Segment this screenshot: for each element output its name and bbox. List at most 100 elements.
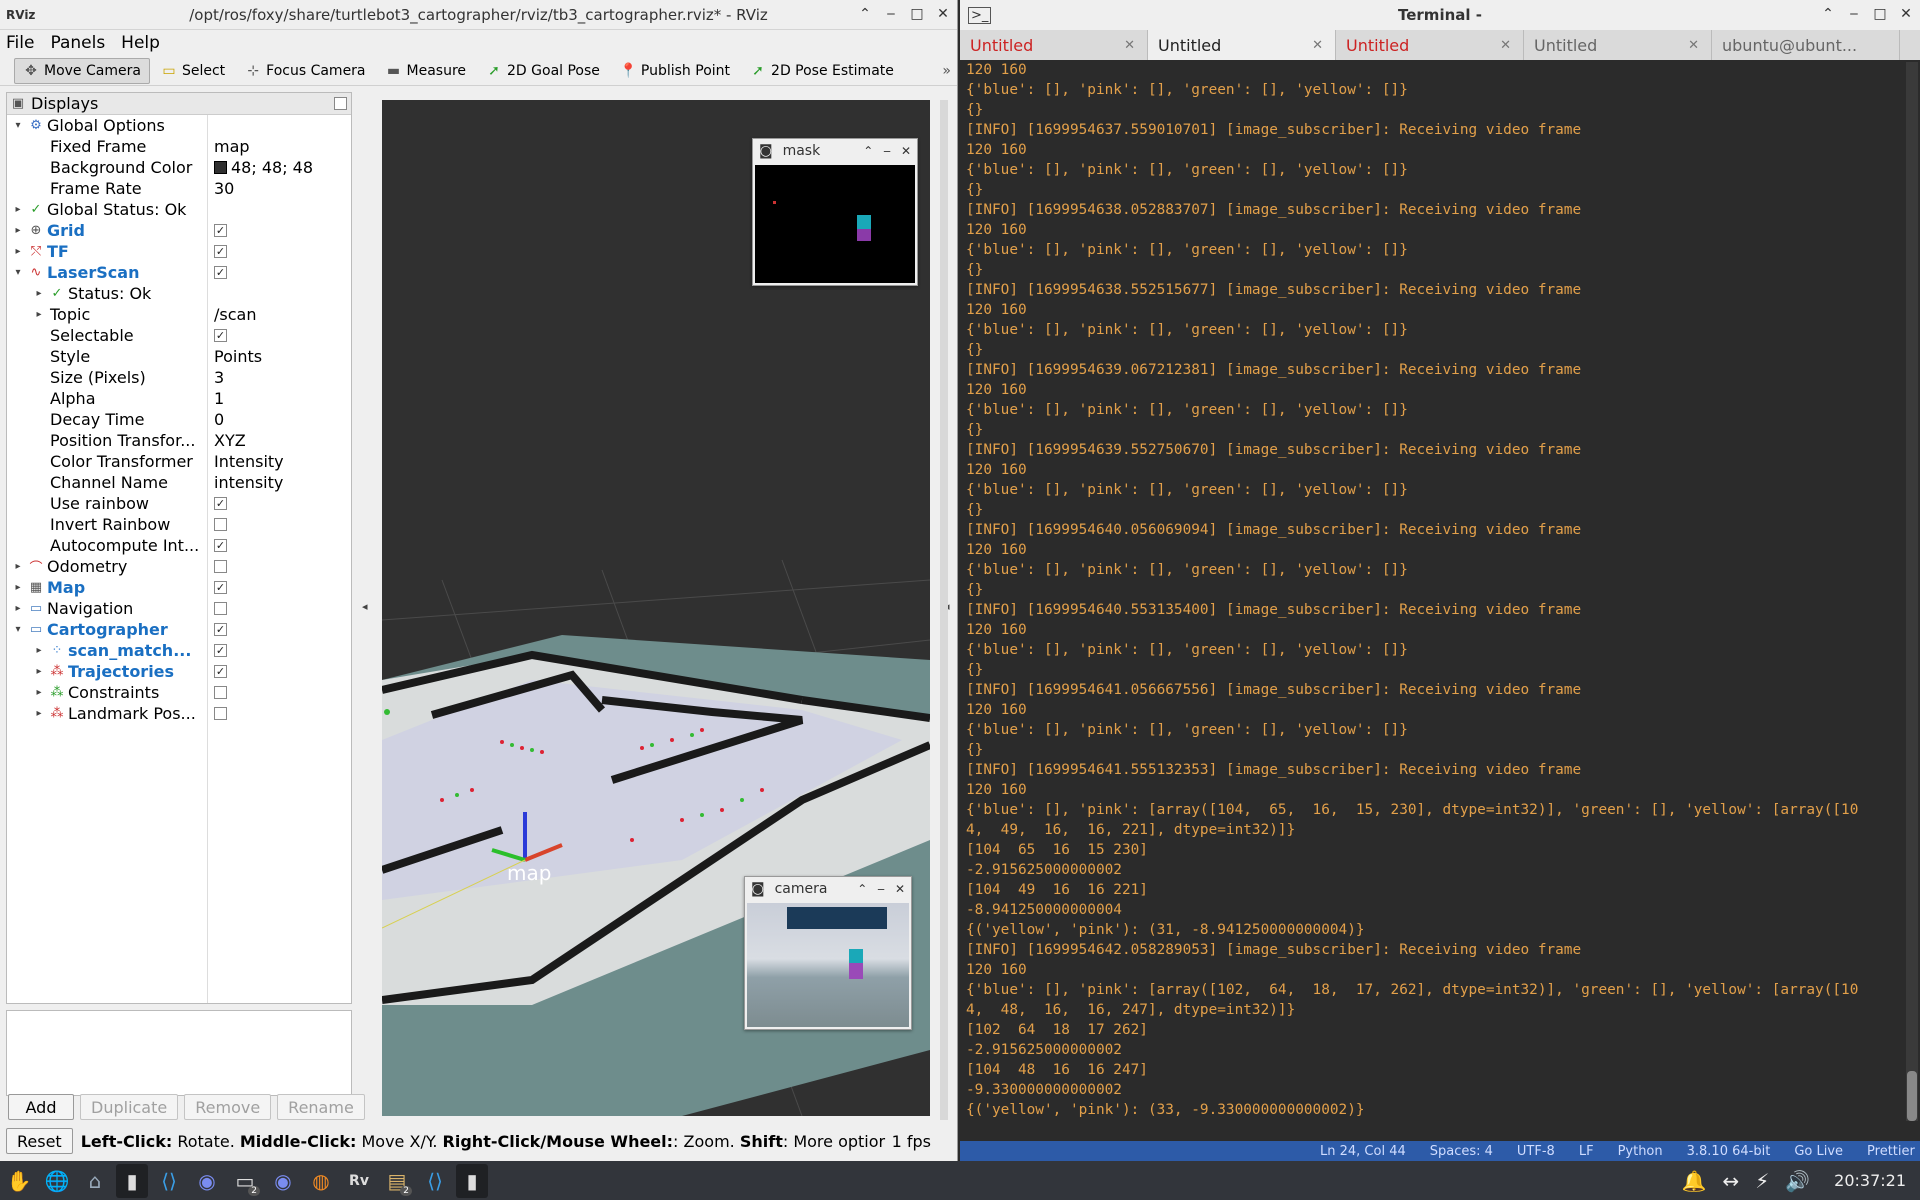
- window-switcher-icon[interactable]: ▭ 2: [226, 1164, 264, 1198]
- enable-checkbox[interactable]: ✓: [214, 581, 227, 594]
- toolbar-overflow-icon[interactable]: »: [942, 63, 951, 79]
- close-icon[interactable]: ✕: [933, 4, 953, 24]
- tree-row-fixed-frame[interactable]: Fixed Frame map: [7, 136, 351, 157]
- tree-row-value[interactable]: ✓: [208, 581, 227, 594]
- tree-row-decay-time[interactable]: Decay Time 0: [7, 409, 351, 430]
- tree-row-value[interactable]: ✓: [208, 665, 227, 678]
- tree-row-position-transfor-[interactable]: Position Transfor... XYZ: [7, 430, 351, 451]
- collapse-icon[interactable]: ⌃: [855, 4, 875, 24]
- terminal-icon[interactable]: ▮: [116, 1163, 148, 1198]
- expand-arrow-icon[interactable]: ▾: [11, 267, 25, 278]
- tree-row-value[interactable]: intensity: [208, 473, 283, 492]
- tree-row-value[interactable]: [208, 686, 227, 699]
- expand-arrow-icon[interactable]: ▸: [32, 645, 46, 656]
- render-view-3d[interactable]: map ◙ mask ⌃ ‒ ✕ ◙ camera ⌃ ‒ ✕: [382, 100, 930, 1116]
- terminal-tab[interactable]: Untitled ✕: [1148, 30, 1336, 60]
- enable-checkbox[interactable]: ✓: [214, 623, 227, 636]
- tree-row-value[interactable]: ✓: [208, 245, 227, 258]
- tree-row-status-ok[interactable]: ▸ ✓ Status: Ok: [7, 283, 351, 304]
- tree-row-channel-name[interactable]: Channel Name intensity: [7, 472, 351, 493]
- minimize-icon[interactable]: ‒: [1844, 4, 1864, 24]
- tree-row-frame-rate[interactable]: Frame Rate 30: [7, 178, 351, 199]
- tool-focus-camera[interactable]: ⊹ Focus Camera: [236, 58, 374, 84]
- maximize-icon[interactable]: □: [1870, 4, 1890, 24]
- tree-row-landmark-pos-[interactable]: ▸ ⁂ Landmark Pos...: [7, 703, 351, 724]
- tree-row-grid[interactable]: ▸ ⊕ Grid ✓: [7, 220, 351, 241]
- tab-close-icon[interactable]: ✕: [1688, 38, 1699, 53]
- tool-measure[interactable]: ▬ Measure: [377, 58, 476, 84]
- volume-icon[interactable]: 🔊: [1785, 1169, 1810, 1193]
- tab-close-icon[interactable]: ✕: [1312, 38, 1323, 53]
- tree-row-scan-match-[interactable]: ▸ ⁘ scan_match... ✓: [7, 640, 351, 661]
- terminal-tab[interactable]: Untitled ✕: [1524, 30, 1712, 60]
- tool-publish-point[interactable]: 📍 Publish Point: [611, 58, 739, 84]
- tree-row-value[interactable]: 48; 48; 48: [208, 158, 313, 177]
- minimize-icon[interactable]: ‒: [877, 882, 885, 896]
- expand-arrow-icon[interactable]: ▸: [11, 204, 25, 215]
- collapse-icon[interactable]: ⌃: [1818, 4, 1838, 24]
- scroll-thumb[interactable]: [1907, 1071, 1917, 1121]
- tree-row-global-status-ok[interactable]: ▸ ✓ Global Status: Ok: [7, 199, 351, 220]
- expand-arrow-icon[interactable]: ▸: [11, 582, 25, 593]
- tree-row-value[interactable]: Intensity: [208, 452, 284, 471]
- column-divider[interactable]: [207, 115, 208, 1003]
- displays-float-toggle[interactable]: [334, 97, 347, 110]
- expand-arrow-icon[interactable]: ▸: [11, 246, 25, 257]
- add-button[interactable]: Add: [8, 1094, 74, 1120]
- expand-arrow-icon[interactable]: ▸: [32, 309, 46, 320]
- start-icon[interactable]: ✋: [0, 1164, 38, 1198]
- terminal-output[interactable]: 120 160 {'blue': [], 'pink': [], 'green':…: [964, 60, 1900, 1127]
- expand-arrow-icon[interactable]: ▸: [11, 561, 25, 572]
- discord-icon[interactable]: ◉: [264, 1164, 302, 1198]
- enable-checkbox[interactable]: ✓: [214, 539, 227, 552]
- tree-row-value[interactable]: [208, 602, 227, 615]
- collapse-icon[interactable]: ⌃: [857, 882, 867, 896]
- tree-row-value[interactable]: [208, 707, 227, 720]
- tree-row-value[interactable]: Points: [208, 347, 262, 366]
- tree-row-value[interactable]: XYZ: [208, 431, 246, 450]
- tree-row-color-transformer[interactable]: Color Transformer Intensity: [7, 451, 351, 472]
- tree-row-value[interactable]: 3: [208, 368, 224, 387]
- tree-row-use-rainbow[interactable]: Use rainbow ✓: [7, 493, 351, 514]
- expand-arrow-icon[interactable]: ▸: [32, 687, 46, 698]
- tree-row-topic[interactable]: ▸ Topic/scan: [7, 304, 351, 325]
- vscode-icon[interactable]: ⟨⟩: [150, 1164, 188, 1198]
- enable-checkbox[interactable]: ✓: [214, 266, 227, 279]
- tool-move-camera[interactable]: ✥ Move Camera: [14, 57, 150, 84]
- collapse-icon[interactable]: ⌃: [863, 144, 873, 158]
- expand-arrow-icon[interactable]: ▾: [11, 120, 25, 131]
- files-icon[interactable]: ▤ 2: [378, 1164, 416, 1198]
- expand-arrow-icon[interactable]: ▸: [32, 288, 46, 299]
- enable-checkbox[interactable]: [214, 518, 227, 531]
- tree-row-background-color[interactable]: Background Color 48; 48; 48: [7, 157, 351, 178]
- enable-checkbox[interactable]: [214, 686, 227, 699]
- expand-arrow-icon[interactable]: ▸: [32, 666, 46, 677]
- tree-row-size-pixels-[interactable]: Size (Pixels) 3: [7, 367, 351, 388]
- enable-checkbox[interactable]: ✓: [214, 665, 227, 678]
- terminal-icon[interactable]: ▮: [456, 1163, 488, 1198]
- enable-checkbox[interactable]: [214, 560, 227, 573]
- menu-file[interactable]: File: [6, 33, 34, 53]
- tree-row-tf[interactable]: ▸ ⤲ TF ✓: [7, 241, 351, 262]
- tool-select[interactable]: ▭ Select: [152, 58, 234, 84]
- tree-row-value[interactable]: [208, 560, 227, 573]
- tree-row-trajectories[interactable]: ▸ ⁂ Trajectories ✓: [7, 661, 351, 682]
- home-folder-icon[interactable]: ⌂: [76, 1164, 114, 1198]
- expand-arrow-icon[interactable]: ▸: [11, 603, 25, 614]
- tree-row-value[interactable]: ✓: [208, 266, 227, 279]
- mask-window[interactable]: ◙ mask ⌃ ‒ ✕: [752, 138, 918, 286]
- vscode-icon[interactable]: ⟨⟩: [416, 1164, 454, 1198]
- enable-checkbox[interactable]: ✓: [214, 497, 227, 510]
- tree-row-map[interactable]: ▸ ▦ Map ✓: [7, 577, 351, 598]
- tree-row-cartographer[interactable]: ▾ ▭ Cartographer ✓: [7, 619, 351, 640]
- minimize-icon[interactable]: ‒: [883, 144, 891, 158]
- expand-arrow-icon[interactable]: ▸: [11, 225, 25, 236]
- tree-row-style[interactable]: Style Points: [7, 346, 351, 367]
- expand-arrow-icon[interactable]: ▾: [11, 624, 25, 635]
- tool-2d-goal-pose[interactable]: ➚ 2D Goal Pose: [477, 58, 609, 84]
- tree-row-navigation[interactable]: ▸ ▭ Navigation: [7, 598, 351, 619]
- tree-row-selectable[interactable]: Selectable ✓: [7, 325, 351, 346]
- tree-row-autocompute-int-[interactable]: Autocompute Int... ✓: [7, 535, 351, 556]
- firefox-icon[interactable]: ◍: [302, 1164, 340, 1198]
- tree-row-invert-rainbow[interactable]: Invert Rainbow: [7, 514, 351, 535]
